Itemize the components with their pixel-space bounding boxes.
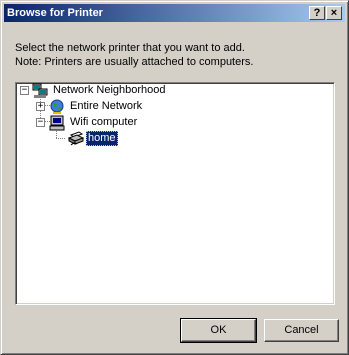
browse-for-printer-dialog: Browse for Printer ? × Select the networ… xyxy=(0,0,349,355)
printer-tree-view[interactable]: − Network Neighborhood + Entire Network xyxy=(15,82,335,305)
tree-node-label: Wifi computer xyxy=(70,116,138,128)
ok-button[interactable]: OK xyxy=(180,318,257,343)
tree-node-label: Network Neighborhood xyxy=(53,84,166,96)
collapse-toggle[interactable]: − xyxy=(20,86,29,95)
computer-icon xyxy=(49,115,65,131)
network-neighborhood-icon xyxy=(32,83,48,98)
printer-icon xyxy=(68,131,84,146)
close-button[interactable]: × xyxy=(326,6,342,20)
instruction-line-2: Note: Printers are usually attached to c… xyxy=(15,56,254,68)
tree-node-label: Entire Network xyxy=(70,100,143,112)
window-title: Browse for Printer xyxy=(7,7,103,19)
title-bar[interactable]: Browse for Printer ? × xyxy=(4,4,345,22)
globe-icon xyxy=(50,99,64,114)
tree-node-label-selected: home xyxy=(86,131,118,146)
instructions: Select the network printer that you want… xyxy=(15,41,253,69)
expand-toggle[interactable]: + xyxy=(36,102,45,111)
cancel-button[interactable]: Cancel xyxy=(264,319,339,342)
help-button[interactable]: ? xyxy=(309,6,325,20)
instruction-line-1: Select the network printer that you want… xyxy=(15,42,245,54)
collapse-toggle[interactable]: − xyxy=(36,118,45,127)
